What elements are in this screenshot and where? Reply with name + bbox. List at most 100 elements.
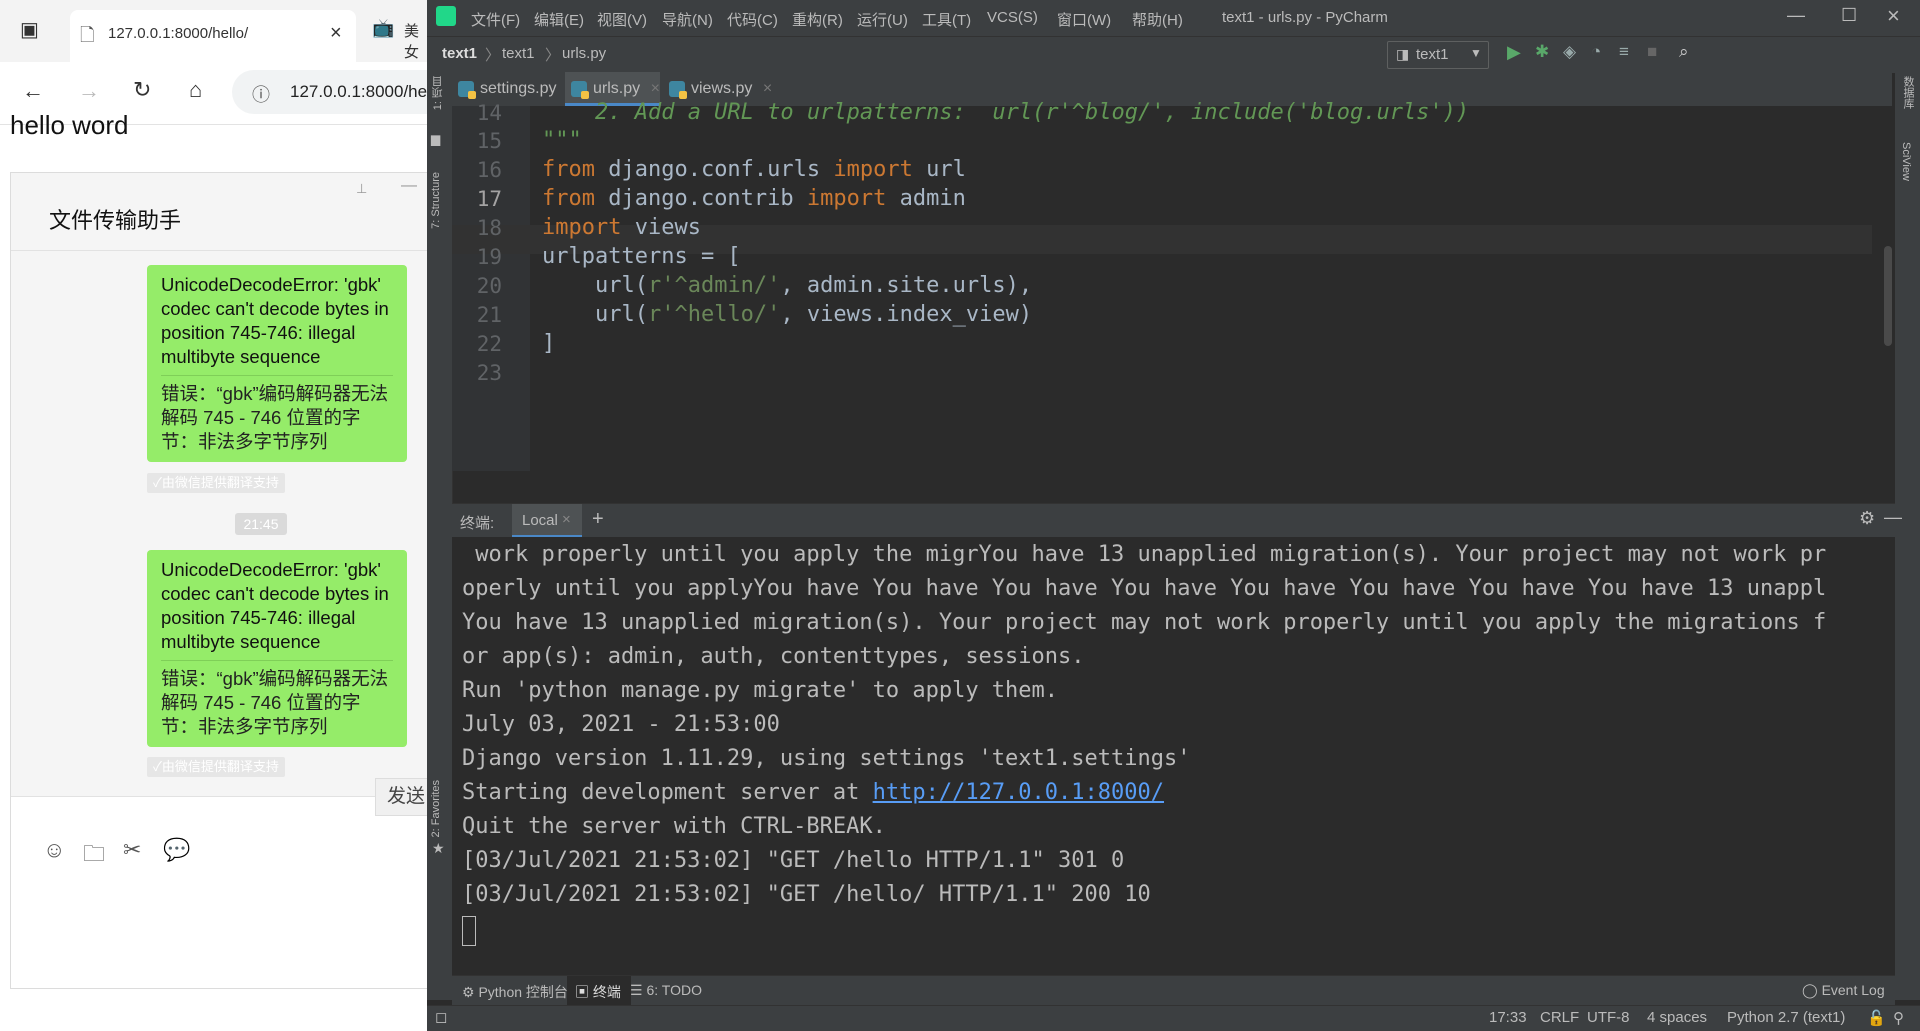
terminal-tab-local[interactable]: Local × <box>512 504 582 538</box>
menu-run[interactable]: 运行(U) <box>857 9 908 30</box>
editor-scrollbar[interactable] <box>1884 106 1892 466</box>
pycharm-window: 文件(F) 编辑(E) 视图(V) 导航(N) 代码(C) 重构(R) 运行(U… <box>427 0 1920 1031</box>
message-original: UnicodeDecodeError: 'gbk' codec can't de… <box>161 559 389 652</box>
message-bubble[interactable]: UnicodeDecodeError: 'gbk' codec can't de… <box>147 550 407 747</box>
close-tab-icon[interactable]: × <box>562 511 571 528</box>
menu-window[interactable]: 窗口(W) <box>1057 9 1111 30</box>
python-console-icon: ⚙ <box>462 984 479 1000</box>
menu-vcs[interactable]: VCS(S) <box>987 9 1038 26</box>
tab-actions-icon[interactable]: ▣ <box>20 17 39 42</box>
line-separator[interactable]: CRLF <box>1540 1009 1579 1026</box>
maximize-window-icon[interactable]: ☐ <box>1841 5 1857 26</box>
line-number: 17 <box>476 187 502 211</box>
structure-tool-button[interactable]: 7: Structure <box>430 172 442 229</box>
browser-window: ▣ 🗋 127.0.0.1:8000/hello/ × 📺 美女 ← → ↻ ⌂… <box>0 0 444 1030</box>
favorites-tool-button[interactable]: 2: Favorites <box>430 780 442 837</box>
back-icon[interactable]: ← <box>22 78 44 104</box>
code-line: import views <box>542 215 701 240</box>
bilibili-icon: 📺 <box>372 18 395 38</box>
chat-history-icon[interactable]: 💬 <box>163 837 190 863</box>
lock-icon[interactable]: 🔓 <box>1867 1009 1886 1027</box>
event-log-icon: ◯ <box>1802 982 1822 998</box>
close-window-icon[interactable]: × <box>1887 3 1900 29</box>
terminal-header: 终端: Local × + ⚙ — <box>452 503 1902 538</box>
profile-icon[interactable]: ◔ <box>1591 42 1601 62</box>
search-icon[interactable]: ⌕ <box>1679 42 1689 62</box>
todo-tool-button[interactable]: ☰ 6: TODO <box>630 982 702 999</box>
server-url-link[interactable]: http://127.0.0.1:8000/ <box>873 780 1164 805</box>
menu-file[interactable]: 文件(F) <box>471 9 520 30</box>
hide-panel-icon[interactable]: — <box>1884 507 1902 528</box>
close-tab-icon[interactable]: × <box>651 80 660 97</box>
menu-refactor[interactable]: 重构(R) <box>792 9 843 30</box>
coverage-icon[interactable]: ◈ <box>1563 42 1576 62</box>
debug-icon[interactable]: ✱ <box>1535 42 1549 62</box>
breadcrumb-project[interactable]: text1 <box>442 45 477 62</box>
breadcrumb-folder[interactable]: text1 <box>502 45 535 62</box>
menu-view[interactable]: 视图(V) <box>597 9 647 30</box>
menu-help[interactable]: 帮助(H) <box>1132 9 1183 30</box>
minimize-window-icon[interactable]: — <box>1787 5 1805 26</box>
database-tool-button[interactable]: 数据库 <box>1900 76 1916 109</box>
message-original: UnicodeDecodeError: 'gbk' codec can't de… <box>161 274 389 367</box>
close-tab-icon[interactable]: × <box>330 22 342 45</box>
message-input-area[interactable]: ☺ 🗀 ✂ 💬 <box>11 797 428 988</box>
menu-edit[interactable]: 编辑(E) <box>534 9 584 30</box>
address-bar[interactable]: ⓘ 127.0.0.1:8000/hello <box>232 70 444 114</box>
code-line: url(r'^admin/', admin.site.urls), <box>542 273 1033 298</box>
code-editor[interactable]: 14 2. Add a URL to urlpatterns: url(r'^b… <box>452 100 1895 471</box>
run-config-label: text1 <box>1416 46 1449 63</box>
right-tool-strip: 数据库 SciView <box>1895 72 1920 1000</box>
python-console-button[interactable]: ⚙ Python 控制台 <box>462 982 568 1002</box>
terminal-tool-button[interactable]: ▣ 终端 <box>567 976 631 1006</box>
line-number: 15 <box>476 129 502 153</box>
browser-tab-active[interactable]: 🗋 127.0.0.1:8000/hello/ × <box>70 10 356 62</box>
second-tab-title[interactable]: 美女 <box>404 20 427 62</box>
folder-icon[interactable]: 🗀 <box>83 837 105 875</box>
forward-icon[interactable]: → <box>78 78 100 104</box>
project-tool-button[interactable]: 1: 项目 <box>430 76 446 110</box>
stop-icon[interactable]: ■ <box>1647 42 1657 62</box>
translation-tag: ✓由微信提供翻译支持 <box>147 757 285 777</box>
emoji-icon[interactable]: ☺ <box>43 837 65 863</box>
tab-label: settings.py <box>480 80 557 97</box>
add-terminal-icon[interactable]: + <box>592 508 604 531</box>
run-config-select[interactable]: ◨ text1 ▼ <box>1387 41 1489 69</box>
code-line: 2. Add a URL to urlpatterns: url(r'^blog… <box>542 100 1470 125</box>
message-bubble[interactable]: UnicodeDecodeError: 'gbk' codec can't de… <box>147 265 407 462</box>
breadcrumb-file[interactable]: urls.py <box>562 45 606 62</box>
scroll-thumb[interactable] <box>1884 246 1892 346</box>
info-icon[interactable]: ⓘ <box>252 81 270 107</box>
pycharm-logo <box>436 6 456 26</box>
event-log-button[interactable]: ◯ Event Log <box>1802 982 1885 999</box>
build-icon[interactable]: ≡ <box>1619 42 1629 62</box>
caret-position[interactable]: 17:33 <box>1489 1009 1527 1026</box>
line-number: 23 <box>476 361 502 385</box>
layout-toggle-icon[interactable]: ◻ <box>435 1008 447 1026</box>
event-log-label: Event Log <box>1821 982 1885 998</box>
chat-title: 文件传输助手 <box>49 208 182 233</box>
memory-indicator-icon[interactable]: ⚲ <box>1893 1009 1904 1027</box>
screenshot-scissors-icon[interactable]: ✂ <box>123 837 141 863</box>
status-bar: ◻ 17:33 CRLF UTF-8 4 spaces Python 2.7 (… <box>427 1005 1920 1031</box>
message-translation: 错误：“gbk”编码解码器无法解码 745 - 746 位置的字节：非法多字节序… <box>161 668 389 737</box>
menu-navigate[interactable]: 导航(N) <box>662 9 713 30</box>
python-file-icon <box>669 81 687 99</box>
menu-tools[interactable]: 工具(T) <box>922 9 971 30</box>
terminal-output[interactable]: work properly until you apply the migrYo… <box>452 537 1895 975</box>
reload-icon[interactable]: ↻ <box>133 77 151 103</box>
file-encoding[interactable]: UTF-8 <box>1587 1009 1630 1026</box>
sciview-tool-button[interactable]: SciView <box>1900 142 1912 181</box>
code-line: urlpatterns = [ <box>542 244 741 269</box>
close-tab-icon[interactable]: × <box>763 80 772 97</box>
run-config-icon: ◨ <box>1396 46 1410 62</box>
run-icon[interactable]: ▶ <box>1507 42 1521 63</box>
minimize-icon[interactable]: — <box>401 177 417 195</box>
settings-gear-icon[interactable]: ⚙ <box>1859 508 1875 529</box>
python-interpreter[interactable]: Python 2.7 (text1) <box>1727 1009 1845 1026</box>
menu-code[interactable]: 代码(C) <box>727 9 778 30</box>
folder-icon: ▆ <box>431 132 441 146</box>
indent-setting[interactable]: 4 spaces <box>1647 1009 1707 1026</box>
pin-icon[interactable]: ⊥ <box>356 181 367 197</box>
home-icon[interactable]: ⌂ <box>189 77 202 103</box>
